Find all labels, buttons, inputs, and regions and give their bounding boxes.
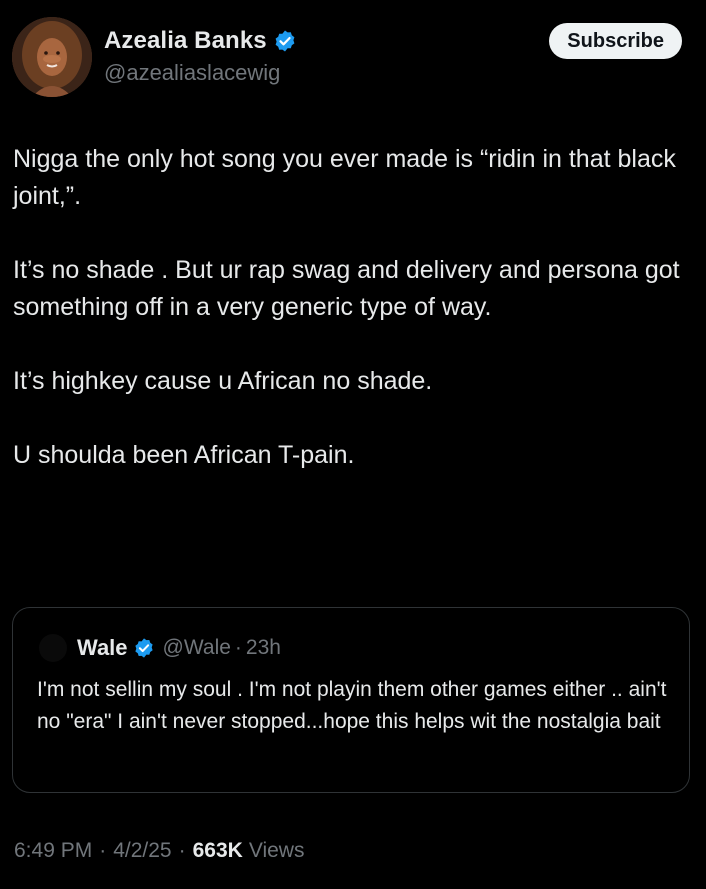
- quoted-tweet-text: I'm not sellin my soul . I'm not playin …: [37, 678, 667, 733]
- author-display-name[interactable]: Azealia Banks: [104, 27, 267, 55]
- separator-dot: ·: [99, 839, 107, 862]
- author-handle[interactable]: @azealiaslacewig: [104, 60, 297, 86]
- verified-badge-icon: [133, 637, 155, 659]
- quoted-avatar: [39, 634, 67, 662]
- tweet-paragraph: It’s highkey cause u African no shade.: [13, 367, 433, 395]
- avatar-image: [12, 17, 92, 97]
- verified-badge-icon: [273, 29, 297, 53]
- tweet-meta: 6:49 PM · 4/2/25 · 663K Views: [14, 836, 304, 866]
- subscribe-button[interactable]: Subscribe: [549, 23, 682, 59]
- tweet-date[interactable]: 4/2/25: [113, 839, 171, 863]
- tweet-header: Azealia Banks @azealiaslacewig Subscribe: [12, 17, 682, 97]
- quoted-tweet-header: Wale @Wale · 23h: [39, 634, 281, 662]
- separator-dot: ·: [234, 636, 242, 659]
- quoted-display-name: Wale: [77, 635, 128, 660]
- quoted-timestamp: 23h: [245, 636, 281, 659]
- quoted-tweet[interactable]: Wale @Wale · 23h I'm not sellin my soul …: [12, 607, 690, 793]
- author-info: Azealia Banks @azealiaslacewig: [104, 26, 297, 86]
- tweet: Azealia Banks @azealiaslacewig Subscribe…: [0, 0, 706, 889]
- avatar[interactable]: [12, 17, 92, 97]
- views-label: Views: [248, 839, 305, 862]
- separator-dot: ·: [178, 839, 186, 862]
- quoted-handle: @Wale: [162, 636, 231, 659]
- views-count: 663K: [192, 839, 243, 862]
- tweet-text: Nigga the only hot song you ever made is…: [13, 141, 693, 474]
- tweet-paragraph: Nigga the only hot song you ever made is…: [13, 145, 676, 210]
- tweet-paragraph: It’s no shade . But ur rap swag and deli…: [13, 256, 680, 321]
- tweet-paragraph: U shoulda been African T-pain.: [13, 441, 355, 469]
- tweet-time[interactable]: 6:49 PM: [14, 839, 92, 863]
